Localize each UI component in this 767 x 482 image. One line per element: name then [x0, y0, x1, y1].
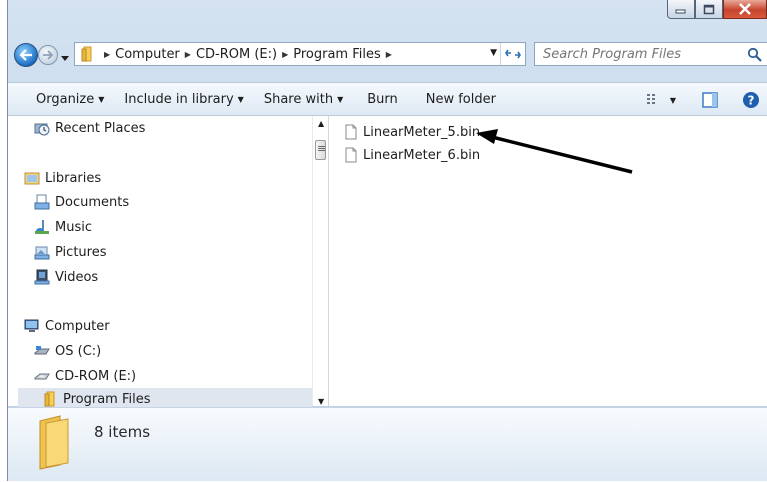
- nav-label: CD-ROM (E:): [55, 368, 137, 384]
- nav-computer[interactable]: Computer: [24, 318, 110, 334]
- nav-pictures[interactable]: Pictures: [34, 244, 106, 260]
- file-name: LinearMeter_5.bin: [363, 124, 481, 140]
- breadcrumb-separator-icon[interactable]: ▶: [282, 50, 288, 59]
- navigation-pane: Recent Places Libraries Documents Music: [8, 116, 312, 410]
- nav-label: Recent Places: [55, 120, 146, 136]
- breadcrumb-separator-icon[interactable]: ▶: [386, 50, 392, 59]
- caption-buttons: [667, 0, 767, 20]
- scroll-thumb[interactable]: [315, 140, 326, 160]
- nav-cdrom[interactable]: CD-ROM (E:): [34, 368, 136, 384]
- help-button[interactable]: ?: [742, 91, 760, 109]
- breadcrumb-cdrom[interactable]: CD-ROM (E:): [196, 47, 277, 62]
- nav-label: Videos: [55, 269, 99, 285]
- command-bar: Organize ▼ Include in library ▼ Share with…: [8, 82, 767, 116]
- caret-down-icon: ▼: [237, 94, 244, 104]
- details-pane: 8 items: [8, 407, 767, 481]
- nav-label: Program Files: [63, 391, 151, 407]
- content-area: Recent Places Libraries Documents Music: [8, 116, 767, 410]
- toolbar-right: ▼ ?: [646, 83, 767, 117]
- nav-recent-places[interactable]: Recent Places: [34, 120, 145, 136]
- documents-icon: [34, 194, 50, 210]
- file-item[interactable]: LinearMeter_5.bin: [345, 124, 480, 140]
- include-in-library-menu[interactable]: Include in library ▼: [124, 92, 243, 107]
- file-icon: [345, 147, 357, 163]
- computer-icon: [24, 318, 40, 334]
- organize-menu[interactable]: Organize ▼: [36, 92, 104, 107]
- maximize-button[interactable]: [695, 0, 723, 19]
- music-icon: [34, 219, 50, 235]
- nav-music[interactable]: Music: [34, 219, 92, 235]
- arrow-left-icon: [19, 49, 32, 61]
- close-button[interactable]: [723, 0, 767, 19]
- caret-down-icon: ▼: [98, 94, 105, 104]
- preview-pane-icon: [702, 92, 718, 108]
- recent-places-icon: [34, 120, 50, 136]
- minimize-button[interactable]: [667, 0, 695, 19]
- preview-pane-button[interactable]: [702, 92, 718, 108]
- back-button[interactable]: [14, 43, 38, 67]
- forward-button[interactable]: [38, 45, 58, 65]
- caret-down-icon: ▼: [337, 94, 344, 104]
- maximize-icon: [703, 4, 715, 14]
- nav-documents[interactable]: Documents: [34, 194, 129, 210]
- nav-label: Music: [55, 219, 92, 235]
- refresh-icon: [505, 49, 521, 59]
- nav-scrollbar[interactable]: ▲ ▼: [312, 116, 329, 406]
- file-list: LinearMeter_5.bin LinearMeter_6.bin: [329, 116, 767, 406]
- include-label: Include in library: [124, 91, 234, 107]
- new-folder-button[interactable]: New folder: [426, 92, 496, 107]
- arrow-right-icon: [43, 50, 54, 60]
- organize-label: Organize: [36, 91, 95, 107]
- view-icon: [646, 94, 655, 104]
- burn-label: Burn: [367, 91, 398, 107]
- nav-label: Computer: [45, 318, 110, 334]
- explorer-window: ▶ Computer ▶ CD-ROM (E:) ▶ Program Files…: [7, 0, 767, 481]
- scroll-down-icon[interactable]: ▼: [318, 397, 324, 406]
- nav-label: Libraries: [45, 170, 102, 186]
- caret-down-icon: ▼: [669, 95, 676, 105]
- item-count: 8 items: [94, 423, 151, 441]
- breadcrumb-program-files[interactable]: Program Files: [293, 47, 381, 62]
- svg-text:?: ?: [748, 94, 755, 108]
- breadcrumb: ▶ Computer ▶ CD-ROM (E:) ▶ Program Files…: [95, 47, 397, 62]
- nav-libraries[interactable]: Libraries: [24, 170, 101, 186]
- nav-os-c[interactable]: OS (C:): [34, 343, 101, 359]
- libraries-icon: [24, 170, 40, 186]
- close-icon: [739, 3, 751, 15]
- breadcrumb-separator-icon[interactable]: ▶: [104, 50, 110, 59]
- address-dropdown-icon[interactable]: ▼: [490, 48, 497, 58]
- file-name: LinearMeter_6.bin: [363, 147, 481, 163]
- breadcrumb-computer[interactable]: Computer: [115, 47, 180, 62]
- scroll-up-icon[interactable]: ▲: [318, 119, 324, 128]
- share-with-menu[interactable]: Share with ▼: [264, 92, 343, 107]
- recent-pages-button[interactable]: [61, 50, 69, 64]
- view-options-button[interactable]: ▼: [646, 93, 676, 107]
- cdrom-drive-icon: [34, 368, 50, 384]
- address-row: ▶ Computer ▶ CD-ROM (E:) ▶ Program Files…: [8, 36, 767, 72]
- share-label: Share with: [263, 91, 334, 107]
- new-folder-label: New folder: [425, 91, 496, 107]
- breadcrumb-separator-icon[interactable]: ▶: [185, 50, 191, 59]
- search-input[interactable]: [535, 45, 735, 63]
- refresh-button[interactable]: [500, 43, 525, 65]
- videos-icon: [34, 269, 50, 285]
- pictures-icon: [34, 244, 50, 260]
- search-box[interactable]: [534, 42, 767, 66]
- nav-label: Documents: [55, 194, 130, 210]
- folder-icon: [79, 46, 95, 62]
- help-icon: ?: [743, 92, 759, 108]
- file-icon: [345, 124, 357, 140]
- nav-videos[interactable]: Videos: [34, 269, 98, 285]
- nav-label: Pictures: [55, 244, 107, 260]
- burn-button[interactable]: Burn: [367, 92, 398, 107]
- folder-icon: [34, 413, 74, 474]
- file-item[interactable]: LinearMeter_6.bin: [345, 147, 480, 163]
- address-bar[interactable]: ▶ Computer ▶ CD-ROM (E:) ▶ Program Files…: [74, 42, 526, 66]
- minimize-icon: [675, 9, 686, 14]
- folder-icon: [42, 391, 58, 407]
- search-icon[interactable]: [747, 47, 763, 66]
- os-drive-icon: [34, 343, 50, 359]
- chevron-down-icon: [61, 56, 69, 61]
- nav-label: OS (C:): [55, 343, 102, 359]
